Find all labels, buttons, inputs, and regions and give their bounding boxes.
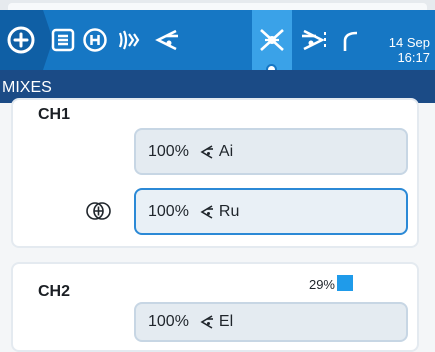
input-icon — [199, 144, 215, 160]
date-text: 14 Sep — [388, 35, 430, 50]
mix-source: Ru — [218, 202, 240, 220]
input-icon[interactable] — [150, 23, 184, 57]
add-circle-icon — [85, 201, 112, 221]
output-icon[interactable] — [296, 23, 330, 57]
curve-icon[interactable] — [334, 23, 368, 57]
mix-source: Ai — [218, 142, 234, 160]
output-percent: 29% — [308, 277, 335, 292]
channel-label: CH2 — [38, 283, 71, 300]
channel-label: CH1 — [38, 106, 71, 123]
mix-source: El — [218, 313, 234, 330]
datetime: 14 Sep 16:17 — [384, 35, 430, 65]
mix-weight: 100% — [148, 202, 189, 220]
wave-icon[interactable] — [112, 23, 146, 57]
top-toolbar: 14 Sep 16:17 — [0, 10, 435, 70]
input-icon — [199, 204, 215, 220]
output-bar — [337, 275, 353, 291]
mixer-icon[interactable] — [255, 23, 289, 57]
top-strip — [0, 0, 435, 10]
section-title: MIXES — [2, 79, 52, 96]
h-circle-icon[interactable] — [78, 23, 112, 57]
mix-weight: 100% — [148, 142, 189, 160]
mix-line-el[interactable]: 100% El — [134, 302, 408, 342]
mix-line-ru[interactable]: 100% Ru — [134, 188, 408, 235]
plus-circle-icon[interactable] — [4, 23, 38, 57]
mix-weight: 100% — [148, 313, 189, 330]
list-icon[interactable] — [46, 23, 80, 57]
input-icon — [199, 314, 215, 330]
mix-line-ai[interactable]: 100% Ai — [134, 128, 408, 175]
time-text: 16:17 — [397, 50, 430, 65]
